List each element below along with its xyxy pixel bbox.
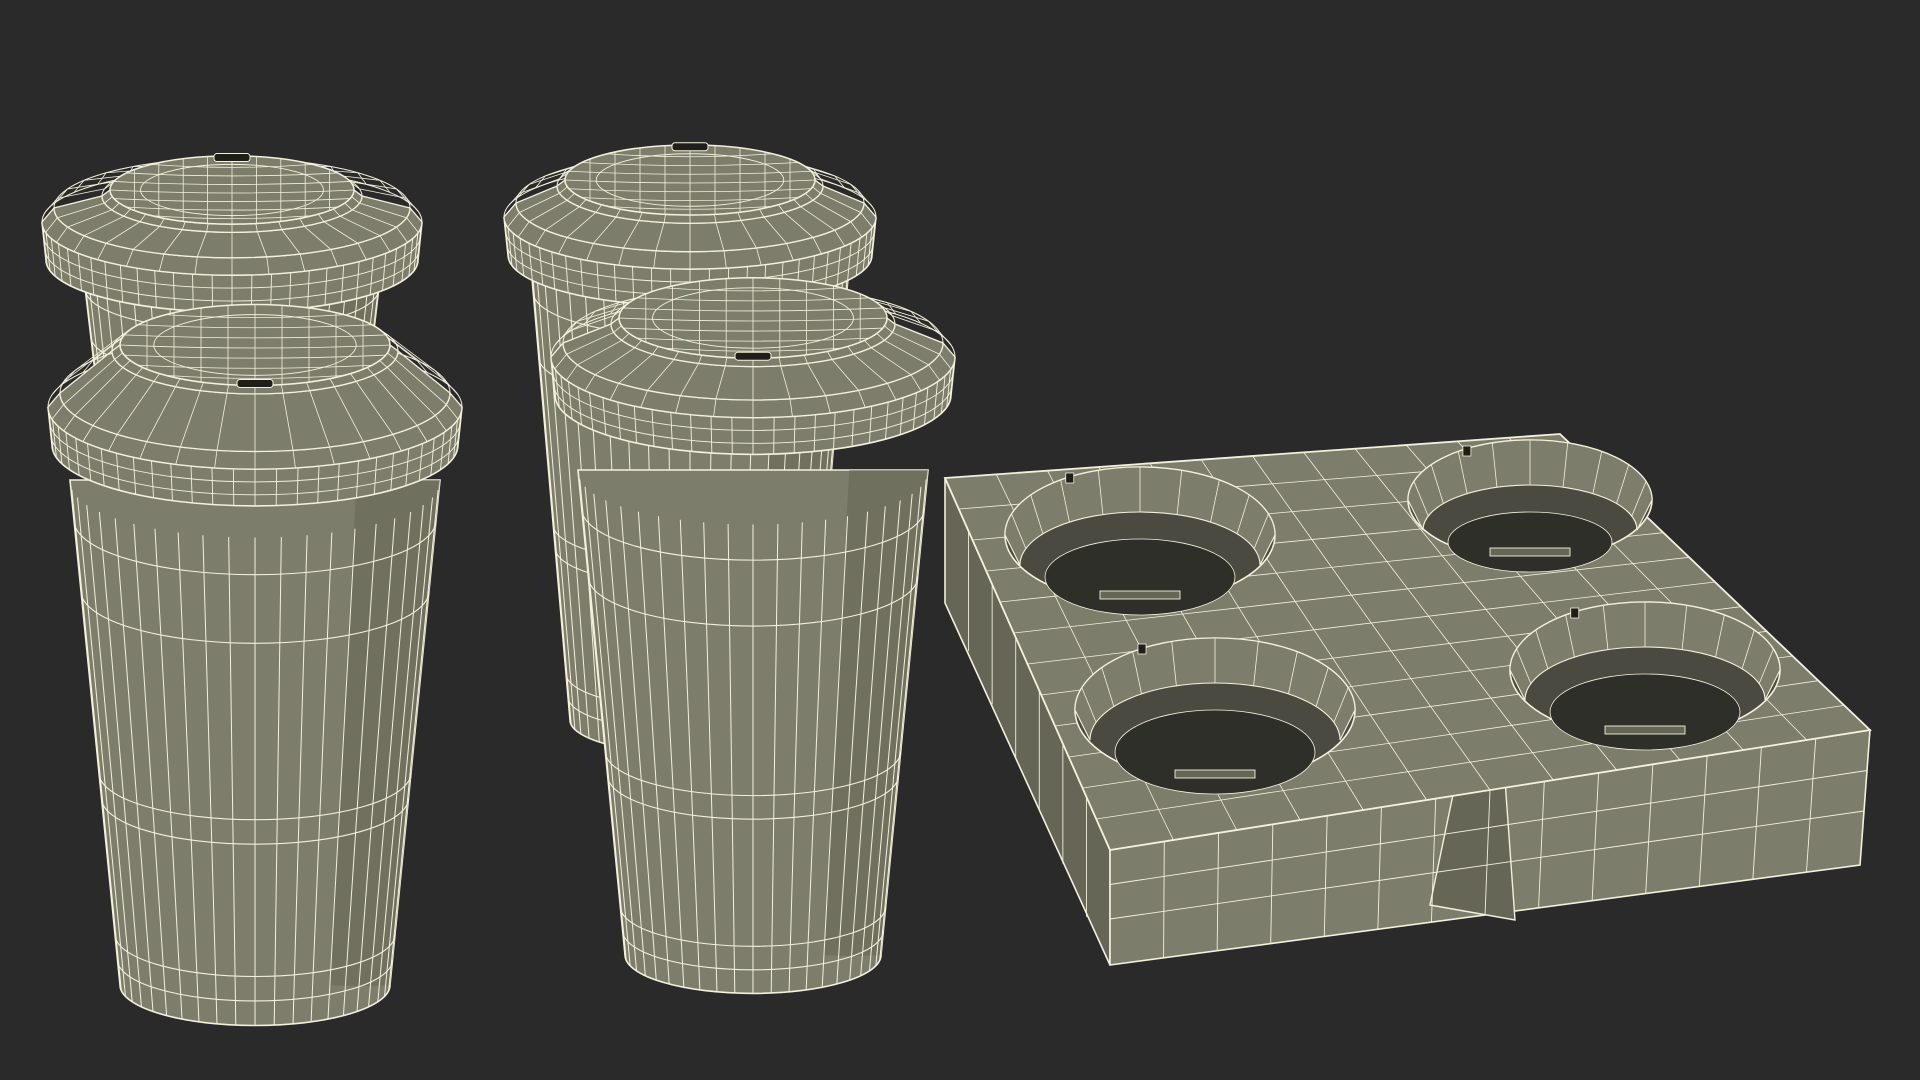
tray-hole-notch <box>1137 643 1147 655</box>
tray-hole-floor <box>1044 538 1236 616</box>
wireframe-render <box>0 0 1920 1080</box>
tray-hole-notch <box>1570 607 1580 619</box>
tray-hole-tab <box>1604 725 1686 735</box>
lid-sip-slot <box>671 142 709 152</box>
tray-hole-tab <box>1489 547 1571 557</box>
lid-sip-slot <box>213 153 251 163</box>
tray-hole-notch <box>1462 445 1472 457</box>
lid-sip-slot <box>236 378 274 388</box>
tray-hole-tab <box>1174 769 1256 779</box>
tray-hole-floor <box>1447 511 1613 573</box>
tray-hole-notch <box>1065 472 1075 484</box>
tray-hole-tab <box>1099 590 1181 600</box>
tray-hole-floor <box>1114 709 1316 795</box>
lid-sip-slot <box>734 351 772 361</box>
tray-hole-floor <box>1549 673 1741 751</box>
